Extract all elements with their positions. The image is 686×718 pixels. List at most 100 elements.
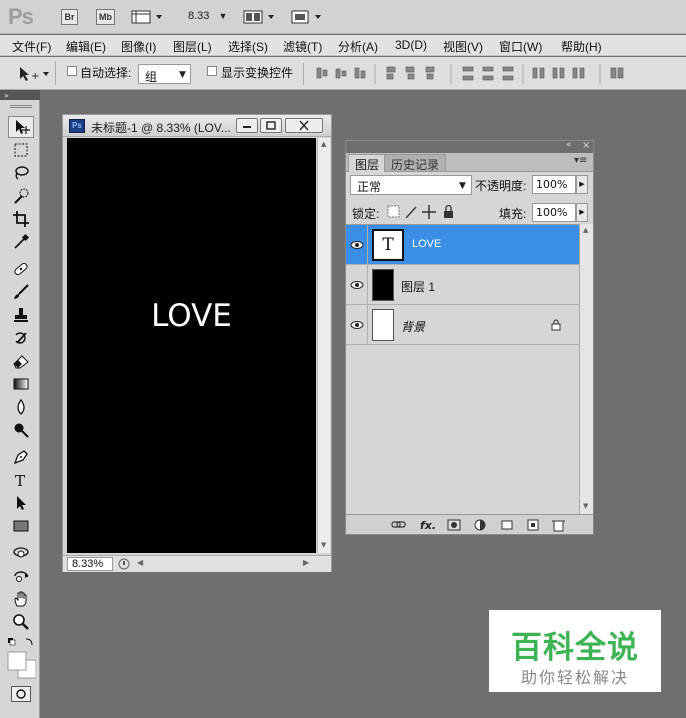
fill-field[interactable]: 100% (532, 203, 576, 222)
type-tool-button[interactable]: T (8, 469, 34, 491)
crop-tool-button[interactable] (8, 208, 34, 230)
quick-select-tool-button[interactable] (8, 185, 34, 207)
layers-vertical-scrollbar[interactable]: ▲ ▼ (579, 224, 593, 514)
clone-stamp-tool-button[interactable] (8, 304, 34, 326)
show-transform-checkbox[interactable] (207, 66, 217, 79)
document-canvas[interactable]: LOVE (67, 138, 316, 553)
opacity-field[interactable]: 100% (532, 175, 576, 194)
history-brush-tool-button[interactable] (8, 327, 34, 349)
restore-button[interactable] (260, 118, 282, 133)
minimize-button[interactable] (236, 118, 258, 133)
layer-row-love[interactable]: T LOVE (346, 225, 579, 265)
scroll-right-icon[interactable]: ▶ (303, 558, 309, 567)
3d-orbit-tool-button[interactable] (8, 565, 34, 587)
pen-tool-button[interactable] (8, 446, 34, 468)
tab-history[interactable]: 历史记录 (384, 154, 447, 172)
panel-menu-icon[interactable]: ▾≡ (574, 155, 587, 166)
marquee-tool-button[interactable] (8, 139, 34, 161)
document-status-bar: 8.33% ◀ ▶ (63, 555, 331, 572)
zoom-tool-button[interactable] (8, 611, 34, 633)
menu-bar: 文件(F) 编辑(E) 图像(I) 图层(L) 选择(S) 滤镜(T) 分析(A… (0, 35, 686, 56)
scroll-down-icon[interactable]: ▼ (583, 502, 588, 510)
menu-filter[interactable]: 滤镜(T) (283, 38, 322, 55)
layers-panel: « × 图层 历史记录 ▾≡ 正常 ▼ 不透明度: 100% ▶ 锁定: 填充:… (345, 140, 594, 535)
visibility-eye-icon[interactable] (346, 265, 368, 305)
blur-tool-button[interactable] (8, 396, 34, 418)
close-panel-icon[interactable]: × (582, 140, 590, 151)
scroll-left-icon[interactable]: ◀ (137, 558, 143, 567)
document-vertical-scrollbar[interactable]: ▲ ▼ (317, 138, 330, 553)
lasso-tool-button[interactable] (8, 162, 34, 184)
layer-row-layer1[interactable]: 图层 1 (346, 265, 579, 305)
tools-panel-header[interactable]: » (0, 90, 40, 100)
scroll-up-icon[interactable]: ▲ (321, 140, 326, 148)
quick-mask-button[interactable] (11, 686, 31, 702)
status-info-icon[interactable] (117, 557, 131, 571)
grip-icon[interactable] (8, 103, 34, 109)
bridge-button[interactable]: Br (61, 9, 78, 25)
menu-edit[interactable]: 编辑(E) (66, 38, 106, 55)
quick-mask-icon (16, 689, 26, 699)
menu-image[interactable]: 图像(I) (121, 38, 156, 55)
fill-slider-button[interactable]: ▶ (576, 203, 588, 222)
screen-mode-dropdown[interactable] (290, 9, 324, 25)
auto-select-checkbox[interactable] (67, 66, 77, 79)
lock-position-icon (422, 205, 436, 219)
hand-tool-button[interactable] (8, 588, 34, 610)
color-swatches[interactable] (6, 636, 36, 682)
opacity-label: 不透明度: (475, 179, 527, 193)
view-extras-icon (131, 10, 162, 24)
menu-window[interactable]: 窗口(W) (499, 38, 542, 55)
align-distribute-icons[interactable] (313, 63, 683, 85)
path-select-tool-button[interactable] (8, 492, 34, 514)
mini-bridge-button[interactable]: Mb (96, 9, 115, 25)
scroll-up-icon[interactable]: ▲ (583, 226, 588, 234)
view-extras-dropdown[interactable] (131, 9, 165, 25)
opacity-slider-button[interactable]: ▶ (576, 175, 588, 194)
menu-select[interactable]: 选择(S) (228, 38, 268, 55)
menu-layer[interactable]: 图层(L) (173, 38, 212, 55)
layers-bottom-icons[interactable]: fx. (390, 517, 590, 533)
move-tool-button[interactable] (8, 116, 34, 138)
collapse-panel-icon[interactable]: « (566, 140, 572, 150)
3d-rotate-tool-button[interactable] (8, 542, 34, 564)
document-zoom-field[interactable]: 8.33% (67, 557, 113, 571)
brush-tool-button[interactable] (8, 281, 34, 303)
dodge-tool-button[interactable] (8, 419, 34, 441)
lasso-tool-icon (15, 166, 29, 180)
layer-name: LOVE (412, 238, 442, 250)
close-button[interactable] (285, 118, 323, 133)
crop-tool-icon (13, 211, 29, 227)
visibility-eye-icon[interactable] (346, 225, 368, 265)
eraser-tool-button[interactable] (8, 350, 34, 372)
document-titlebar[interactable]: Ps 未标题-1 @ 8.33% (LOV... (63, 115, 331, 137)
blend-mode-dropdown[interactable]: 正常 ▼ (350, 175, 472, 195)
auto-select-dropdown[interactable]: 组 ▼ (138, 64, 191, 84)
arrange-documents-dropdown[interactable] (243, 9, 277, 25)
menu-view[interactable]: 视图(V) (443, 38, 483, 55)
panel-header-bar[interactable]: « × (346, 140, 593, 153)
text-layer-thumbnail: T (372, 229, 404, 261)
svg-text:»: » (4, 91, 9, 100)
svg-text:T: T (15, 472, 25, 489)
swap-colors-icon (25, 638, 33, 646)
rectangle-tool-button[interactable] (8, 515, 34, 537)
3d-orbit-tool-icon (14, 571, 29, 582)
scroll-down-icon[interactable]: ▼ (321, 541, 326, 549)
document-title: 未标题-1 @ 8.33% (LOV... (91, 121, 231, 135)
menu-help[interactable]: 帮助(H) (561, 38, 602, 55)
menu-analysis[interactable]: 分析(A) (338, 38, 378, 55)
lock-options[interactable] (386, 203, 458, 221)
gradient-tool-button[interactable] (8, 373, 34, 395)
chevron-down-icon: ▼ (218, 11, 228, 21)
zoom-level-dropdown[interactable]: 8.33 ▼ (188, 10, 227, 22)
healing-brush-tool-button[interactable] (8, 258, 34, 280)
layer-row-background[interactable]: 背景 (346, 305, 579, 345)
chevron-down-icon: ▼ (459, 181, 466, 191)
visibility-eye-icon[interactable] (346, 305, 368, 345)
tab-layers[interactable]: 图层 (348, 154, 387, 172)
tool-preset-picker[interactable]: + (10, 61, 56, 85)
menu-3d[interactable]: 3D(D) (395, 38, 427, 52)
menu-file[interactable]: 文件(F) (12, 38, 51, 55)
eyedropper-tool-button[interactable] (8, 231, 34, 253)
